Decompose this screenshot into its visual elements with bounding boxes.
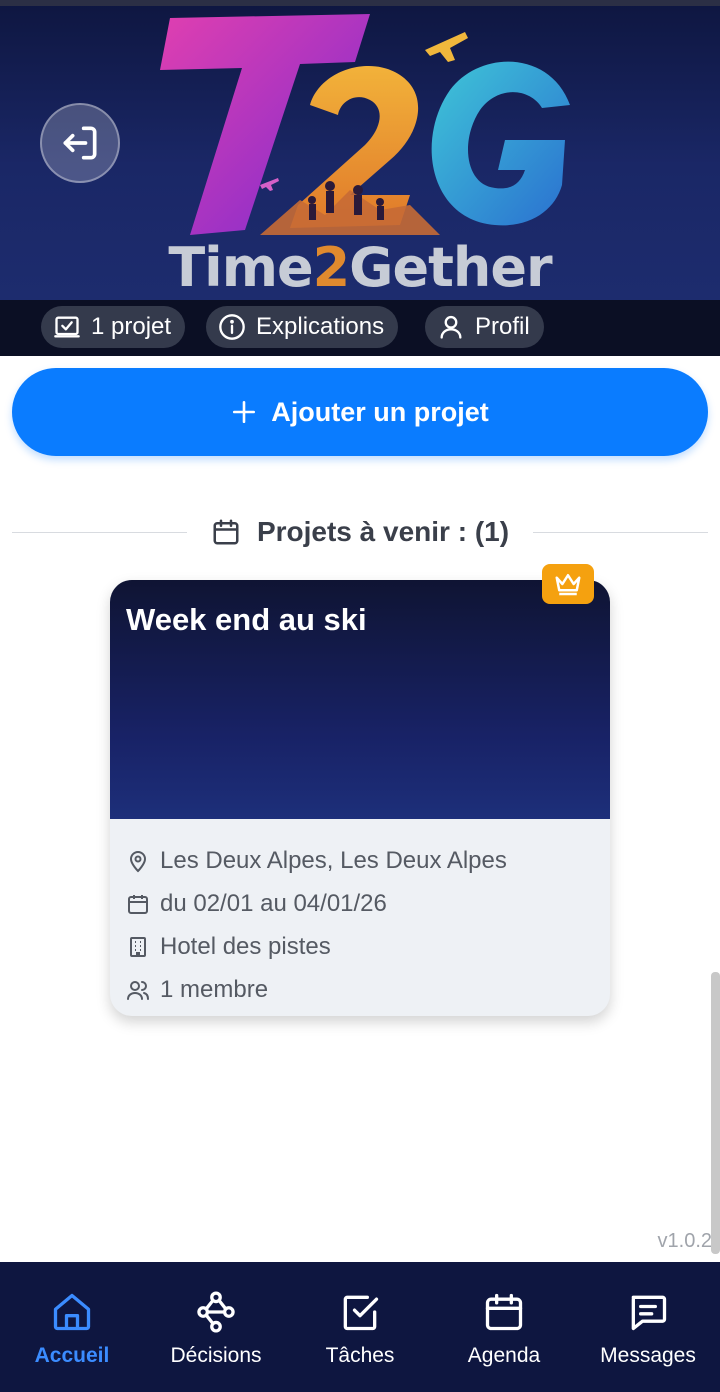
- flow-icon: [197, 1291, 235, 1333]
- project-hotel-row: Hotel des pistes: [126, 925, 594, 968]
- project-dates-row: du 02/01 au 04/01/26: [126, 882, 594, 925]
- status-strip: [0, 0, 720, 6]
- bottom-tab-bar: Accueil Décisions Tâches Agenda Messages: [0, 1262, 720, 1392]
- building-icon: [130, 936, 146, 957]
- tab-decisions-label: Décisions: [170, 1344, 262, 1367]
- tab-messages[interactable]: Messages: [576, 1262, 720, 1392]
- home-icon: [53, 1293, 91, 1331]
- project-card[interactable]: Week end au ski Les Deux Alpes, Les Deux…: [110, 580, 610, 1016]
- chip-profil-label: Profil: [475, 313, 530, 340]
- user-icon: [440, 315, 462, 339]
- users-icon: [127, 980, 149, 1000]
- chip-explications[interactable]: Explications: [206, 306, 399, 348]
- chip-projects[interactable]: 1 projet: [41, 306, 186, 348]
- tab-agenda-label: Agenda: [467, 1344, 541, 1367]
- project-members-row: 1 membre: [126, 968, 594, 1011]
- brand-name-part2: Gether: [349, 236, 552, 299]
- tab-accueil-label: Accueil: [34, 1344, 110, 1367]
- project-title: Week end au ski: [126, 602, 367, 637]
- calendar-icon: [485, 1293, 523, 1331]
- message-icon: [631, 1295, 667, 1331]
- tab-taches-label: Tâches: [325, 1344, 395, 1367]
- task-check-icon: [343, 1295, 379, 1331]
- project-location: Les Deux Alpes, Les Deux Alpes: [160, 846, 507, 874]
- scrollbar[interactable]: [711, 972, 720, 1254]
- chip-projects-label: 1 projet: [91, 313, 172, 340]
- upcoming-projects-header: Projets à venir : (1): [12, 510, 708, 554]
- project-location-row: Les Deux Alpes, Les Deux Alpes: [126, 839, 594, 882]
- logout-arrow-icon: [63, 126, 97, 160]
- project-hotel: Hotel des pistes: [160, 932, 331, 960]
- crown-icon: [555, 574, 581, 596]
- brand-name-two: 2: [312, 236, 351, 299]
- tab-decisions[interactable]: Décisions: [144, 1262, 288, 1392]
- project-card-banner: Week end au ski: [110, 580, 610, 819]
- brand-name-part1: Time: [168, 236, 313, 299]
- chip-profil[interactable]: Profil: [425, 306, 544, 348]
- info-icon: [219, 314, 245, 340]
- tab-messages-label: Messages: [600, 1344, 696, 1367]
- add-project-label: Ajouter un projet: [271, 396, 489, 427]
- divider-left: [12, 531, 187, 533]
- project-dates: du 02/01 au 04/01/26: [160, 889, 387, 917]
- location-pin-icon: [129, 850, 147, 872]
- logout-button[interactable]: [40, 103, 120, 183]
- divider-right: [533, 531, 708, 533]
- plus-icon: [233, 400, 256, 424]
- owner-badge: [542, 564, 594, 604]
- tab-taches[interactable]: Tâches: [288, 1262, 432, 1392]
- calendar-icon: [213, 519, 239, 545]
- tab-accueil[interactable]: Accueil: [0, 1262, 144, 1392]
- app-version: v1.0.2: [657, 1230, 712, 1252]
- shortcut-bar: 1 projet Explications Profil: [0, 300, 720, 356]
- project-details: Les Deux Alpes, Les Deux Alpes du 02/01 …: [110, 819, 610, 1016]
- chip-explications-label: Explications: [256, 313, 385, 340]
- brand-name: Time2Gether: [0, 236, 720, 299]
- project-members: 1 membre: [160, 975, 269, 1003]
- tab-agenda[interactable]: Agenda: [432, 1262, 576, 1392]
- upcoming-projects-title: Projets à venir : (1): [256, 516, 510, 547]
- calendar-icon: [128, 894, 148, 914]
- checkbox-icon: [54, 316, 80, 338]
- add-project-button[interactable]: Ajouter un projet: [12, 368, 708, 456]
